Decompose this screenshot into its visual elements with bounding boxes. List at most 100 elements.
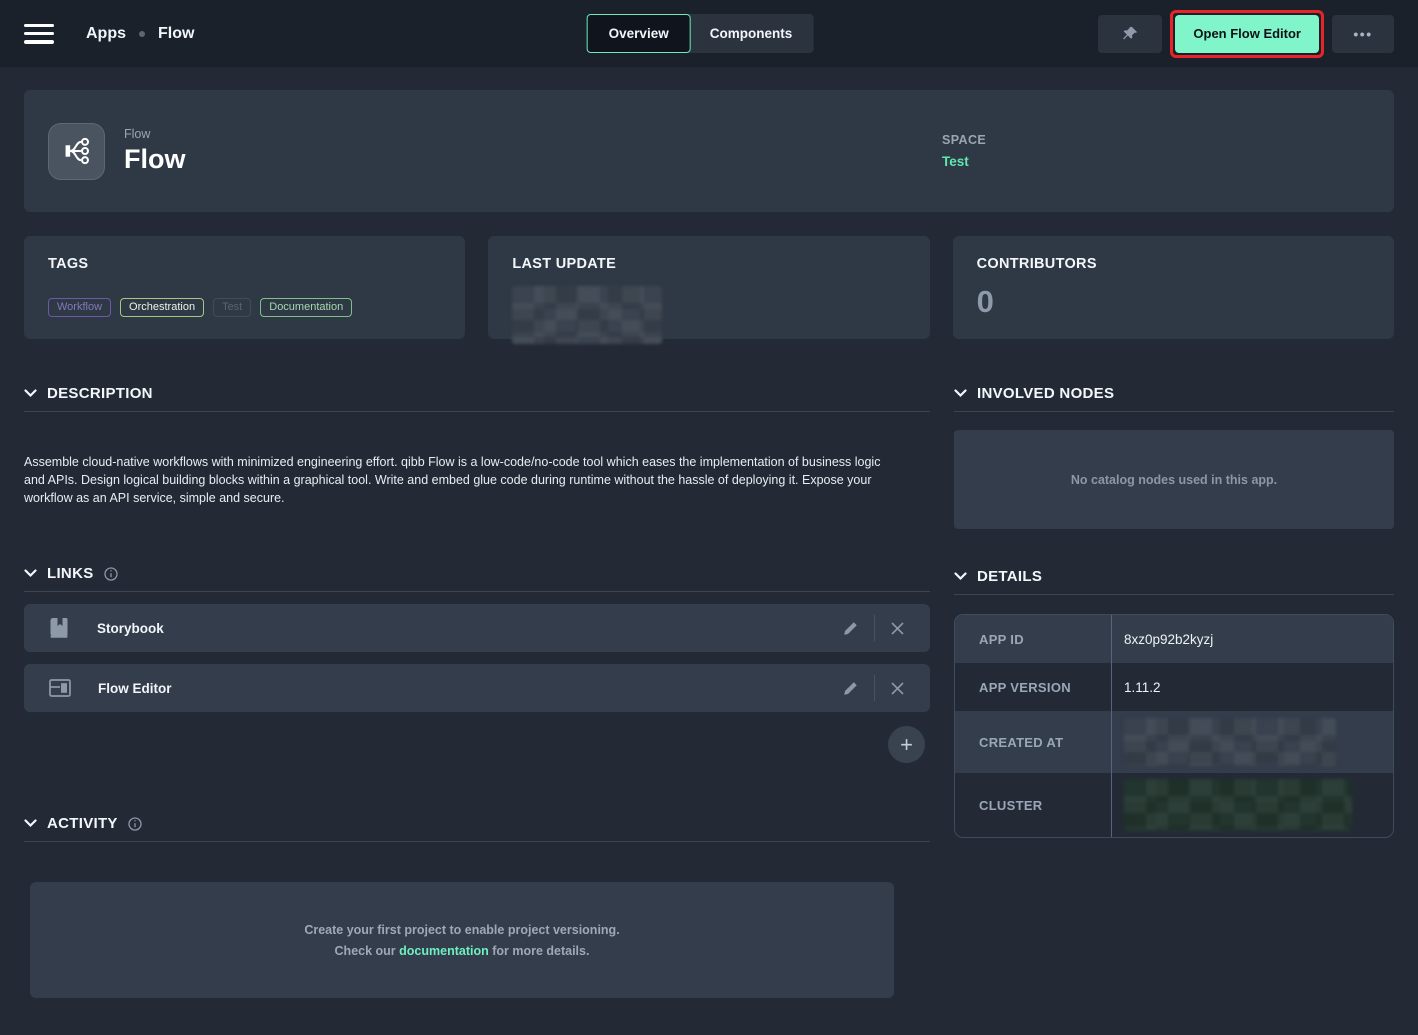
row-label: CLUSTER — [955, 798, 1111, 813]
app-id-value: 8xz0p92b2kyzj — [1124, 632, 1213, 647]
breadcrumb-separator-dot — [139, 31, 145, 37]
tag-documentation[interactable]: Documentation — [260, 298, 352, 317]
page-content: Flow Flow SPACE Test TAGS Workflow Orche… — [0, 67, 1418, 998]
activity-message-line2: Check our documentation for more details… — [335, 944, 590, 958]
description-section: DESCRIPTION Assemble cloud-native workfl… — [24, 385, 930, 507]
link-row-storybook[interactable]: Storybook — [24, 604, 930, 652]
page-title: Flow — [124, 144, 186, 175]
description-title: DESCRIPTION — [47, 385, 153, 402]
contributors-title: CONTRIBUTORS — [977, 256, 1370, 272]
involved-nodes-empty-message: No catalog nodes used in this app. — [1071, 473, 1277, 487]
link-actions — [837, 615, 910, 642]
left-column: DESCRIPTION Assemble cloud-native workfl… — [24, 385, 930, 998]
chevron-down-icon — [24, 569, 37, 578]
main-grid: DESCRIPTION Assemble cloud-native workfl… — [24, 385, 1394, 998]
ellipsis-icon: ••• — [1353, 26, 1372, 42]
table-row-app-version: APP VERSION 1.11.2 — [955, 663, 1393, 711]
table-row-app-id: APP ID 8xz0p92b2kyzj — [955, 615, 1393, 663]
links-header[interactable]: LINKS — [24, 565, 930, 592]
more-options-button[interactable]: ••• — [1332, 15, 1394, 53]
cluster-redacted-value — [1124, 779, 1352, 831]
app-titles: Flow Flow — [124, 127, 186, 175]
row-label: APP ID — [955, 632, 1111, 647]
created-at-redacted-value — [1124, 718, 1336, 766]
pencil-icon — [843, 621, 858, 636]
tab-components[interactable]: Components — [689, 14, 814, 53]
close-icon — [891, 622, 904, 635]
tag-workflow[interactable]: Workflow — [48, 298, 111, 317]
view-tabs: Overview Components — [587, 14, 814, 53]
involved-nodes-header[interactable]: INVOLVED NODES — [954, 385, 1394, 412]
remove-link-button[interactable] — [885, 676, 910, 701]
row-label: CREATED AT — [955, 735, 1111, 750]
contributors-count: 0 — [977, 284, 1370, 320]
activity-title: ACTIVITY — [47, 815, 118, 832]
link-row-flow-editor[interactable]: Flow Editor — [24, 664, 930, 712]
flow-app-icon — [48, 123, 105, 180]
involved-nodes-section: INVOLVED NODES No catalog nodes used in … — [954, 385, 1394, 529]
edit-link-button[interactable] — [837, 675, 864, 702]
activity-section: ACTIVITY Create your first project to en… — [24, 815, 930, 998]
pin-button[interactable] — [1098, 15, 1162, 53]
highlight-annotation: Open Flow Editor — [1170, 10, 1324, 58]
top-bar: Apps Flow Overview Components Open Flow … — [0, 0, 1418, 67]
app-version-value: 1.11.2 — [1124, 680, 1161, 695]
activity-line2-suffix: for more details. — [489, 944, 590, 958]
activity-header[interactable]: ACTIVITY — [24, 815, 930, 842]
last-update-card: LAST UPDATE — [488, 236, 929, 339]
book-icon — [49, 617, 70, 639]
topbar-actions: Open Flow Editor ••• — [1098, 10, 1394, 58]
chevron-down-icon — [24, 819, 37, 828]
tag-test[interactable]: Test — [213, 298, 251, 317]
tag-orchestration[interactable]: Orchestration — [120, 298, 204, 317]
details-title: DETAILS — [977, 568, 1042, 585]
row-label: APP VERSION — [955, 680, 1111, 695]
activity-line2-prefix: Check our — [335, 944, 400, 958]
chevron-down-icon — [954, 389, 967, 398]
summary-cards-row: TAGS Workflow Orchestration Test Documen… — [24, 236, 1394, 339]
involved-nodes-empty-state: No catalog nodes used in this app. — [954, 430, 1394, 529]
tags-card-title: TAGS — [48, 256, 441, 272]
links-section: LINKS Storybook — [24, 565, 930, 763]
breadcrumb: Apps Flow — [86, 25, 194, 43]
info-icon[interactable] — [104, 567, 118, 581]
menu-icon[interactable] — [24, 24, 54, 44]
divider — [874, 615, 875, 641]
activity-empty-state: Create your first project to enable proj… — [30, 882, 894, 998]
pencil-icon — [843, 681, 858, 696]
link-actions — [837, 675, 910, 702]
pushpin-icon — [1121, 25, 1139, 43]
description-header[interactable]: DESCRIPTION — [24, 385, 930, 412]
last-update-title: LAST UPDATE — [512, 256, 905, 272]
link-label: Flow Editor — [98, 681, 172, 696]
details-section: DETAILS APP ID 8xz0p92b2kyzj APP VERSION… — [954, 568, 1394, 838]
tags-list: Workflow Orchestration Test Documentatio… — [48, 298, 441, 317]
tab-overview[interactable]: Overview — [587, 14, 691, 53]
edit-link-button[interactable] — [837, 615, 864, 642]
activity-message-line1: Create your first project to enable proj… — [304, 923, 619, 937]
window-icon — [49, 679, 71, 697]
chevron-down-icon — [954, 572, 967, 581]
space-value-link[interactable]: Test — [942, 154, 1370, 169]
documentation-link[interactable]: documentation — [399, 944, 489, 958]
remove-link-button[interactable] — [885, 616, 910, 641]
description-text: Assemble cloud-native workflows with min… — [24, 453, 882, 507]
breadcrumb-apps[interactable]: Apps — [86, 25, 126, 43]
add-link-button[interactable]: + — [888, 726, 925, 763]
details-header[interactable]: DETAILS — [954, 568, 1394, 595]
right-column: INVOLVED NODES No catalog nodes used in … — [954, 385, 1394, 998]
breadcrumb-current: Flow — [158, 25, 194, 43]
links-title: LINKS — [47, 565, 94, 582]
info-icon[interactable] — [128, 817, 142, 831]
add-link-row: + — [24, 726, 930, 763]
open-flow-editor-button[interactable]: Open Flow Editor — [1175, 15, 1319, 53]
details-table: APP ID 8xz0p92b2kyzj APP VERSION 1.11.2 … — [954, 614, 1394, 838]
link-label: Storybook — [97, 621, 164, 636]
space-label: SPACE — [942, 133, 1370, 147]
last-update-redacted-value — [512, 286, 662, 344]
space-info: SPACE Test — [942, 133, 1370, 169]
table-row-cluster: CLUSTER — [955, 773, 1393, 837]
app-type-label: Flow — [124, 127, 186, 141]
tags-card: TAGS Workflow Orchestration Test Documen… — [24, 236, 465, 339]
app-header-card: Flow Flow SPACE Test — [24, 90, 1394, 212]
